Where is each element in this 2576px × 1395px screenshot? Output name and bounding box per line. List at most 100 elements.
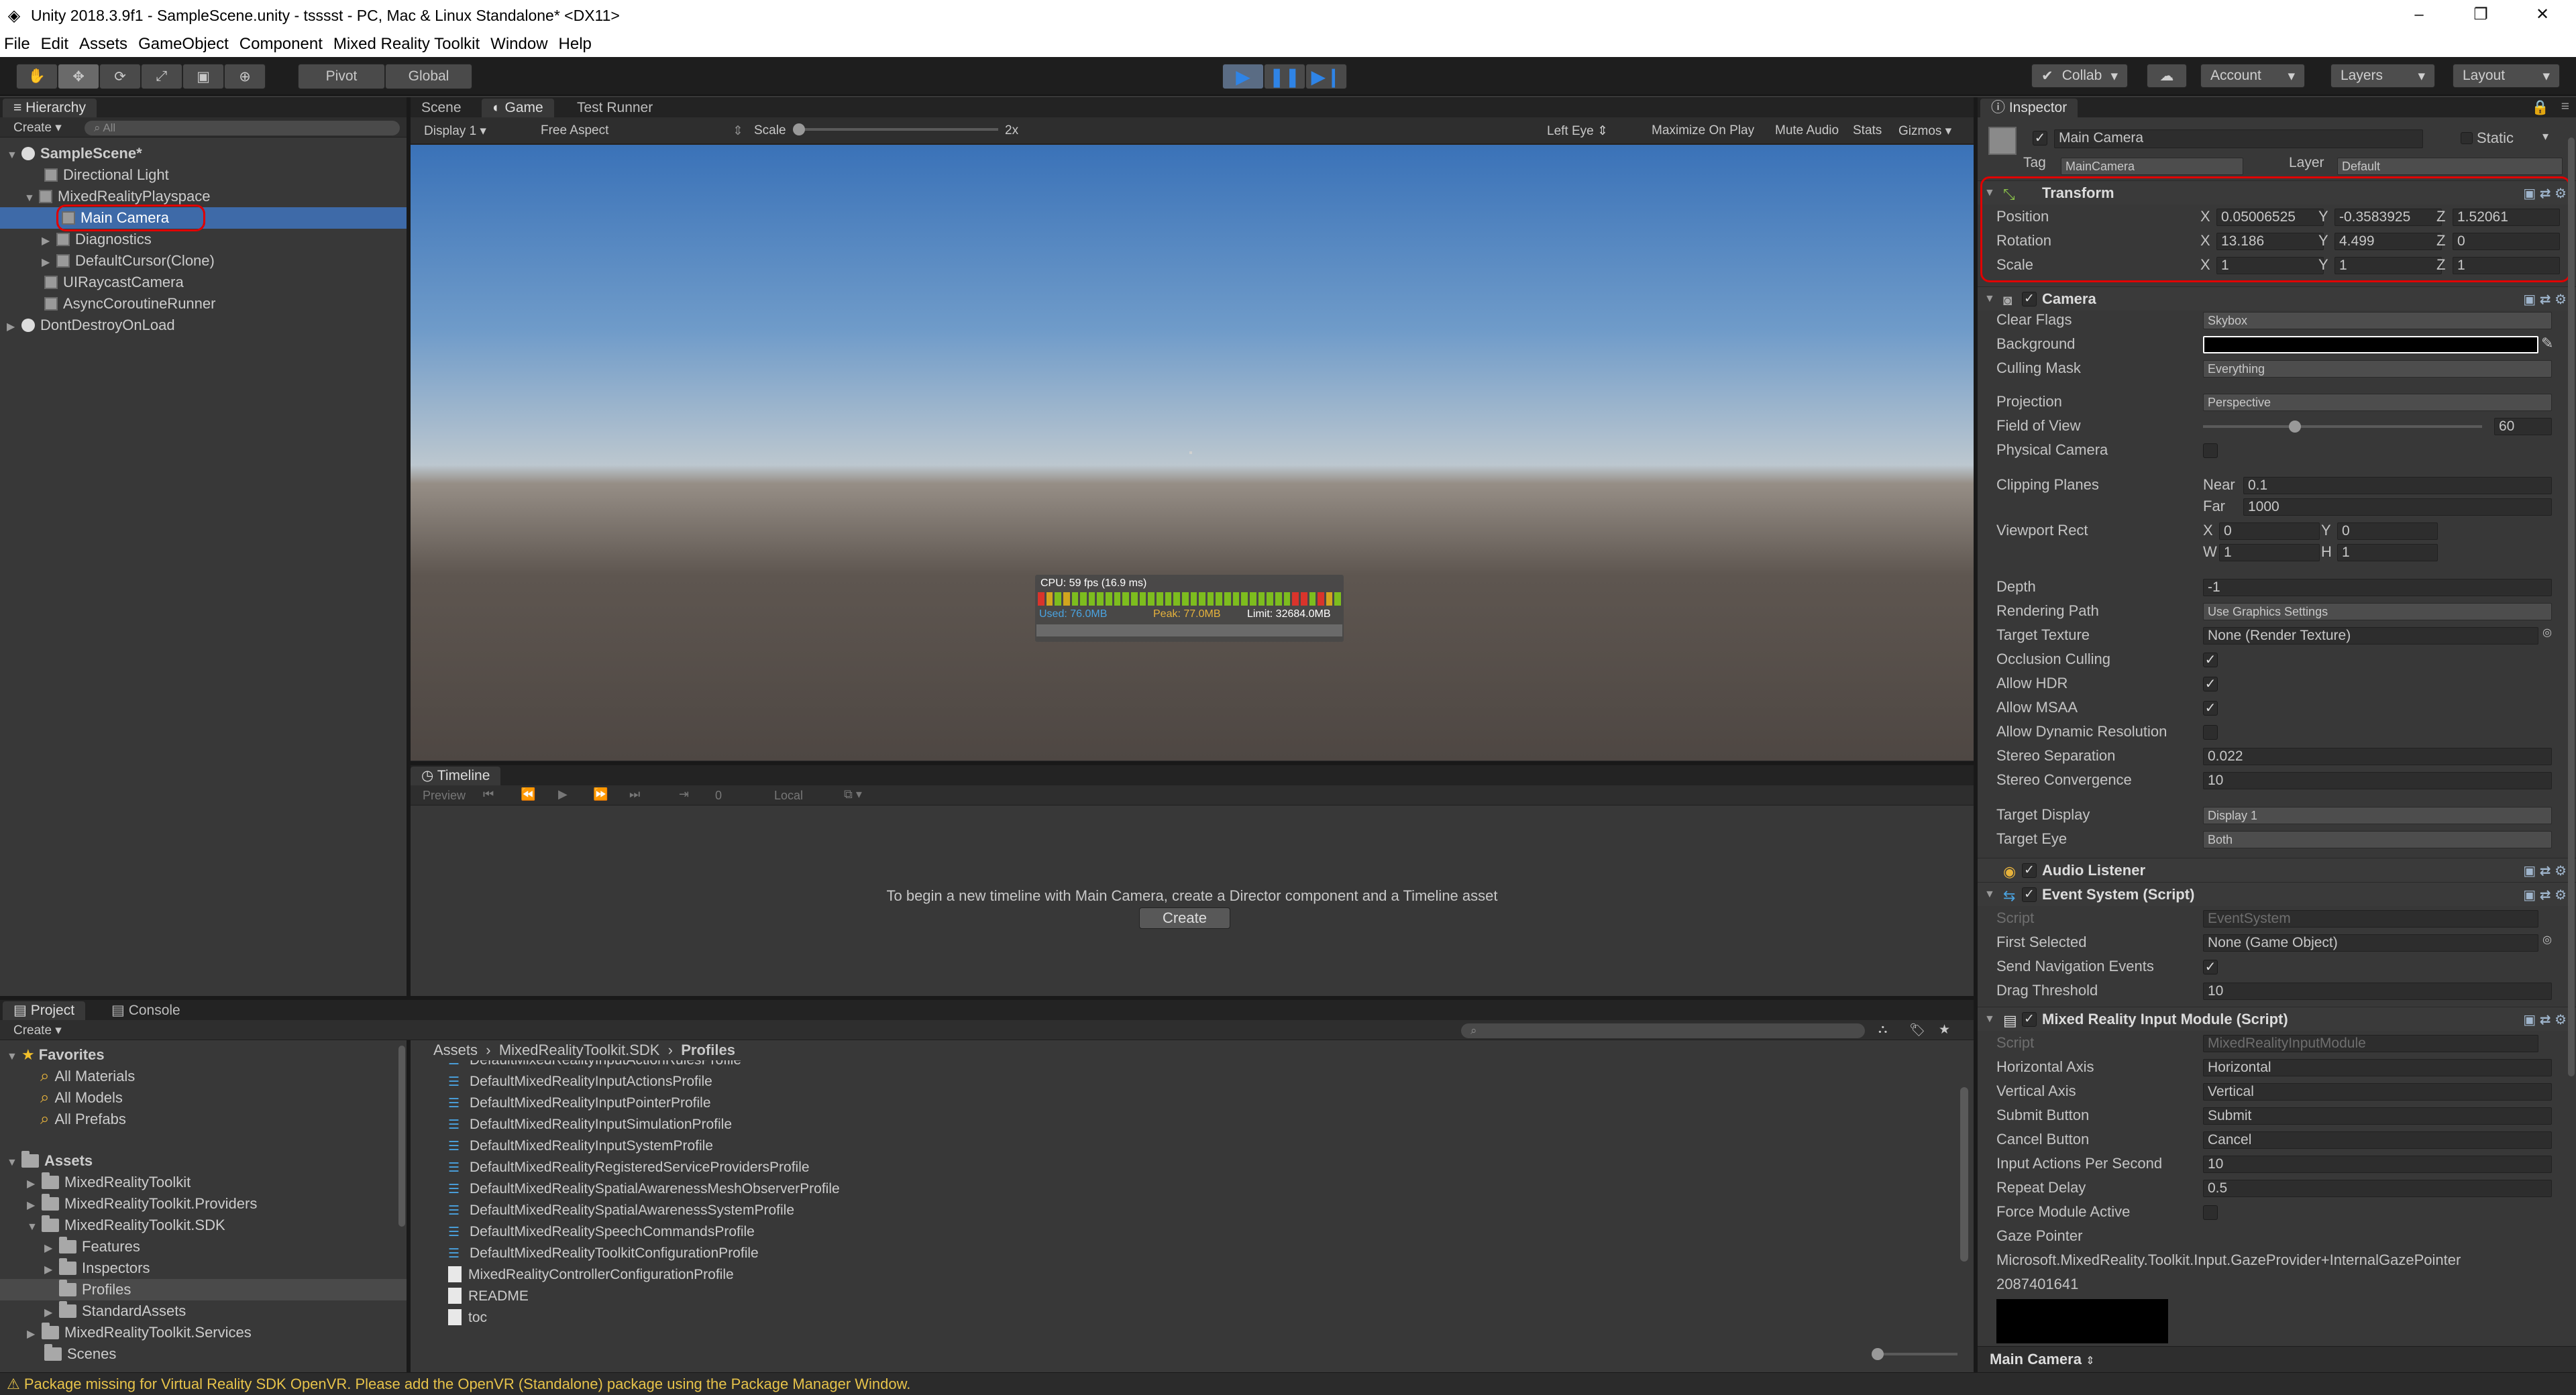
expand-arrow-icon[interactable]: ▶ [42,252,56,274]
transform-tool-button[interactable]: ⊕ [224,64,266,89]
tab-console[interactable]: ▤ Console [101,1001,191,1020]
play-range-icon[interactable]: ⇥ [679,787,689,801]
filter-label-icon[interactable]: 🏷 [1909,1022,1925,1038]
files-scrollbar[interactable] [1960,1087,1968,1262]
file-item[interactable]: ☰ DefaultMixedRealityInputActionsProfile [411,1071,1974,1093]
physical-camera-checkbox[interactable] [2203,443,2218,458]
global-toggle[interactable]: Global [385,64,472,89]
layer-dropdown[interactable]: Default [2337,158,2563,175]
file-item[interactable]: ☰ DefaultMixedRealityInputSystemProfile [411,1135,1974,1157]
pause-button[interactable]: ❚❚ [1264,64,1305,89]
folder-item[interactable]: Scenes [0,1343,407,1365]
input-actions-field[interactable]: 10 [2203,1156,2552,1173]
cloud-button[interactable]: ☁ [2147,64,2187,88]
icon-size-slider[interactable] [1872,1348,1957,1360]
object-picker-icon[interactable]: ◎ [2542,933,2552,946]
chevron-down-icon[interactable]: ▾ [2542,129,2548,144]
timeline-create-button[interactable]: Create [1139,907,1230,929]
breadcrumb-item-current[interactable]: Profiles [681,1042,735,1058]
filter-type-icon[interactable]: ⛬ [1878,1022,1887,1037]
folder-item[interactable]: ▶ Inspectors [0,1258,407,1279]
account-dropdown[interactable]: Account ▾ [2200,64,2305,88]
expand-arrow-icon[interactable]: ▶ [44,1238,59,1260]
hierarchy-item[interactable]: Directional Light [0,164,407,186]
hierarchy-item[interactable]: ▼ MixedRealityPlayspace [0,186,407,207]
enabled-checkbox[interactable]: ✓ [2022,292,2037,306]
scene-row[interactable]: ▶ DontDestroyOnLoad [0,315,407,336]
viewport-h-field[interactable]: 1 [2337,544,2438,561]
camera-component-header[interactable]: ▼ ◙ ✓ Camera ▣ ⇄ ⚙ [1978,286,2576,311]
menu-gameobject[interactable]: GameObject [138,35,229,54]
folder-item[interactable]: ▶ MixedRealityToolkit.Services [0,1322,407,1343]
game-viewport[interactable]: CPU: 59 fps (16.9 ms) Used: 76.0MB Peak:… [411,145,1974,761]
cancel-button-field[interactable]: Cancel [2203,1131,2552,1149]
expand-arrow-icon[interactable]: ▶ [42,231,56,252]
clear-flags-dropdown[interactable]: Skybox [2203,312,2552,329]
chevron-icon[interactable]: ⇕ [2086,1355,2094,1367]
first-frame-icon[interactable]: ⏮ [483,787,494,801]
dynamic-resolution-checkbox[interactable] [2203,725,2218,740]
expand-arrow-icon[interactable]: ▼ [7,145,21,166]
hdr-checkbox[interactable]: ✓ [2203,677,2218,691]
target-texture-field[interactable]: None (Render Texture) [2203,627,2538,645]
step-button[interactable]: ▶❙ [1305,64,1347,89]
stats-toggle[interactable]: Stats [1853,123,1882,138]
mute-audio-toggle[interactable]: Mute Audio [1775,123,1839,138]
slider-knob[interactable] [1872,1348,1884,1360]
breadcrumb-item[interactable]: Assets [433,1042,478,1058]
object-name-field[interactable]: Main Camera [2054,129,2423,148]
tab-project[interactable]: ▤ Project [3,1001,86,1020]
next-frame-icon[interactable]: ⏩ [593,787,608,801]
layers-dropdown[interactable]: Layers ▾ [2330,64,2435,88]
expand-arrow-icon[interactable]: ▼ [7,1152,21,1174]
expand-arrow-icon[interactable]: ▼ [1984,1007,1995,1031]
fov-slider[interactable] [2203,421,2482,433]
collab-dropdown[interactable]: ✔ Collab ▾ [2031,64,2128,88]
static-checkbox[interactable] [2461,132,2473,144]
file-item[interactable]: toc [411,1307,1974,1329]
input-module-component-header[interactable]: ▼ ▤ ✓ Mixed Reality Input Module (Script… [1978,1007,2576,1031]
favorite-item[interactable]: ⌕ All Materials [0,1066,407,1087]
file-item[interactable]: ☰ DefaultMixedRealitySpatialAwarenessSyst… [411,1200,1974,1221]
folder-item[interactable]: ▼ MixedRealityToolkit.SDK [0,1215,407,1236]
first-selected-field[interactable]: None (Game Object) [2203,934,2538,952]
file-item[interactable]: ☰ DefaultMixedRealityToolkitConfiguration… [411,1243,1974,1264]
vertical-axis-field[interactable]: Vertical [2203,1083,2552,1101]
target-display-dropdown[interactable]: Display 1 [2203,807,2552,824]
slider-knob[interactable] [2289,421,2302,433]
aspect-dropdown-arrow[interactable]: ⇕ [733,123,743,139]
status-bar[interactable]: ⚠ Package missing for Virtual Reality SD… [0,1372,2576,1395]
hierarchy-item[interactable]: UIRaycastCamera [0,272,407,293]
component-buttons[interactable]: ▣ ⇄ ⚙ [2523,1011,2567,1028]
assets-row[interactable]: ▼ Assets [0,1150,407,1172]
slider-knob[interactable] [793,123,805,135]
maximize-on-play-toggle[interactable]: Maximize On Play [1652,123,1754,138]
menu-mixed-reality-toolkit[interactable]: Mixed Reality Toolkit [333,35,480,54]
folder-item[interactable]: ▶ Features [0,1236,407,1258]
pivot-toggle[interactable]: Pivot [298,64,385,89]
drag-threshold-field[interactable]: 10 [2203,983,2552,1000]
file-item[interactable]: ☰ DefaultMixedRealityRegisteredServicePro… [411,1157,1974,1178]
file-item[interactable]: ☰ DefaultMixedRealitySpeechCommandsProfil… [411,1221,1974,1243]
local-dropdown[interactable]: Local [774,789,803,803]
tab-test-runner[interactable]: Test Runner [566,99,663,117]
play-button[interactable]: ▶ [1222,64,1264,89]
tree-scrollbar[interactable] [398,1046,405,1227]
eyedropper-icon[interactable]: ✎ [2541,335,2553,352]
file-item[interactable]: ☰ DefaultMixedRealityInputPointerProfile [411,1093,1974,1114]
view-options-icon[interactable]: ⧉ ▾ [844,787,862,801]
expand-arrow-icon[interactable]: ▶ [44,1302,59,1324]
expand-arrow-icon[interactable]: ▶ [27,1174,42,1195]
favorite-item[interactable]: ⌕ All Prefabs [0,1109,407,1130]
play-icon[interactable]: ▶ [558,787,568,801]
component-buttons[interactable]: ▣ ⇄ ⚙ [2523,887,2567,903]
active-checkbox[interactable]: ✓ [2033,131,2047,146]
folder-item-selected[interactable]: Profiles [0,1279,407,1300]
scale-tool-button[interactable]: ⤢ [141,64,182,89]
far-field[interactable]: 1000 [2243,498,2552,516]
component-buttons[interactable]: ▣ ⇄ ⚙ [2523,291,2567,308]
culling-mask-dropdown[interactable]: Everything [2203,360,2552,378]
occlusion-checkbox[interactable]: ✓ [2203,653,2218,667]
breadcrumb-item[interactable]: MixedRealityToolkit.SDK [499,1042,660,1058]
expand-arrow-icon[interactable]: ▶ [7,317,21,338]
